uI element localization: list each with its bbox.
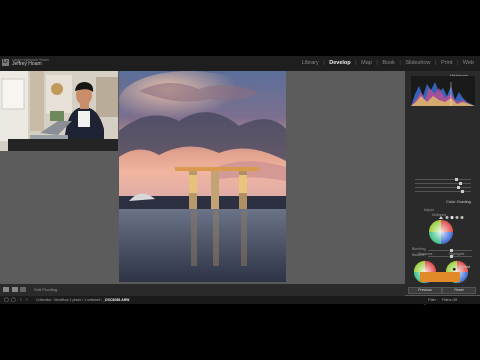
detail-title[interactable]: Detail bbox=[460, 264, 470, 269]
breadcrumb-collection[interactable]: Collection : Workflow bbox=[36, 298, 69, 302]
blending-slider-knob[interactable] bbox=[450, 249, 453, 252]
filmstrip-toolbar: Soft Proofing bbox=[0, 284, 405, 296]
module-separator: | bbox=[399, 60, 401, 66]
blending-label-screen: Blending bbox=[412, 247, 426, 251]
midtones-color-wheel[interactable] bbox=[428, 219, 454, 245]
module-separator: | bbox=[435, 60, 437, 66]
module-picker: Library | Develop | Map | Book | Slidesh… bbox=[299, 60, 474, 66]
color-grading-title[interactable]: Color Grading bbox=[446, 199, 471, 204]
histogram bbox=[411, 76, 475, 106]
tone-slider-knob[interactable] bbox=[461, 190, 464, 193]
module-library[interactable]: Library bbox=[302, 60, 319, 66]
balance-slider-knob[interactable] bbox=[450, 255, 453, 258]
filter-label: Filter : bbox=[428, 298, 438, 302]
webcam-overlay bbox=[0, 71, 118, 151]
identity-plate: Lance Lightroom Vision Jeffrey Hoam bbox=[12, 58, 49, 67]
module-separator: | bbox=[323, 60, 325, 66]
histogram-graph-icon bbox=[411, 82, 475, 106]
tone-slider[interactable] bbox=[415, 182, 471, 185]
tone-slider-knob[interactable] bbox=[459, 182, 462, 185]
tone-slider[interactable] bbox=[415, 190, 471, 193]
module-print[interactable]: Print bbox=[441, 60, 452, 66]
balance-slider[interactable] bbox=[428, 255, 472, 258]
adjust-label: Adjust bbox=[424, 208, 434, 212]
module-develop[interactable]: Develop bbox=[329, 60, 350, 66]
grid-view-icon[interactable] bbox=[3, 287, 9, 292]
module-separator: | bbox=[376, 60, 378, 66]
reset-button[interactable]: Reset bbox=[442, 287, 476, 294]
lightroom-logo-icon: Lr bbox=[2, 59, 9, 66]
previous-button[interactable]: Previous bbox=[408, 287, 442, 294]
tone-slider-knob[interactable] bbox=[455, 178, 458, 181]
balance-label: Balance bbox=[412, 253, 425, 257]
forward-arrow-icon[interactable]: › bbox=[26, 297, 28, 303]
tone-slider-knob[interactable] bbox=[457, 186, 460, 189]
module-slideshow[interactable]: Slideshow bbox=[405, 60, 430, 66]
detail-preview-strip bbox=[420, 272, 460, 282]
module-separator: | bbox=[355, 60, 357, 66]
monitor-2-icon[interactable]: ▢ bbox=[11, 297, 16, 303]
filmstrip-bar: ▢ ▢ ‹ › Collection : Workflow 1 photo / … bbox=[0, 296, 480, 304]
soft-proofing-toggle[interactable]: Soft Proofing bbox=[34, 287, 57, 292]
module-book[interactable]: Book bbox=[382, 60, 395, 66]
back-arrow-icon[interactable]: ‹ bbox=[20, 297, 22, 303]
module-separator: | bbox=[456, 60, 459, 66]
breadcrumb: Collection : Workflow 1 photo / 1 select… bbox=[36, 298, 129, 302]
color-grading-mode-icons[interactable] bbox=[437, 207, 467, 219]
module-map[interactable]: Map bbox=[361, 60, 372, 66]
breadcrumb-filename: _DSC8088.ARW bbox=[103, 298, 130, 302]
blending-slider[interactable] bbox=[428, 249, 472, 252]
tone-slider[interactable] bbox=[415, 186, 471, 189]
identity-name: Jeffrey Hoam bbox=[12, 61, 42, 67]
midtones-label: Midtones bbox=[432, 213, 447, 217]
module-web[interactable]: Web bbox=[463, 60, 474, 66]
monitor-1-icon[interactable]: ▢ bbox=[4, 297, 9, 303]
marina-bay-photo-image bbox=[119, 71, 286, 282]
loupe-view-icon[interactable] bbox=[12, 287, 18, 292]
lightroom-window: Lr Lance Lightroom Vision Jeffrey Hoam L… bbox=[0, 56, 480, 305]
tone-slider[interactable] bbox=[415, 178, 471, 181]
compare-view-icon[interactable] bbox=[20, 287, 26, 292]
main-photo[interactable] bbox=[119, 71, 286, 282]
webcam-scene-image bbox=[0, 71, 118, 151]
breadcrumb-count: 1 photo / 1 selected / bbox=[69, 298, 103, 302]
filter-value[interactable]: Filters Off bbox=[442, 298, 457, 302]
top-bar: Lr Lance Lightroom Vision Jeffrey Hoam L… bbox=[0, 56, 480, 71]
